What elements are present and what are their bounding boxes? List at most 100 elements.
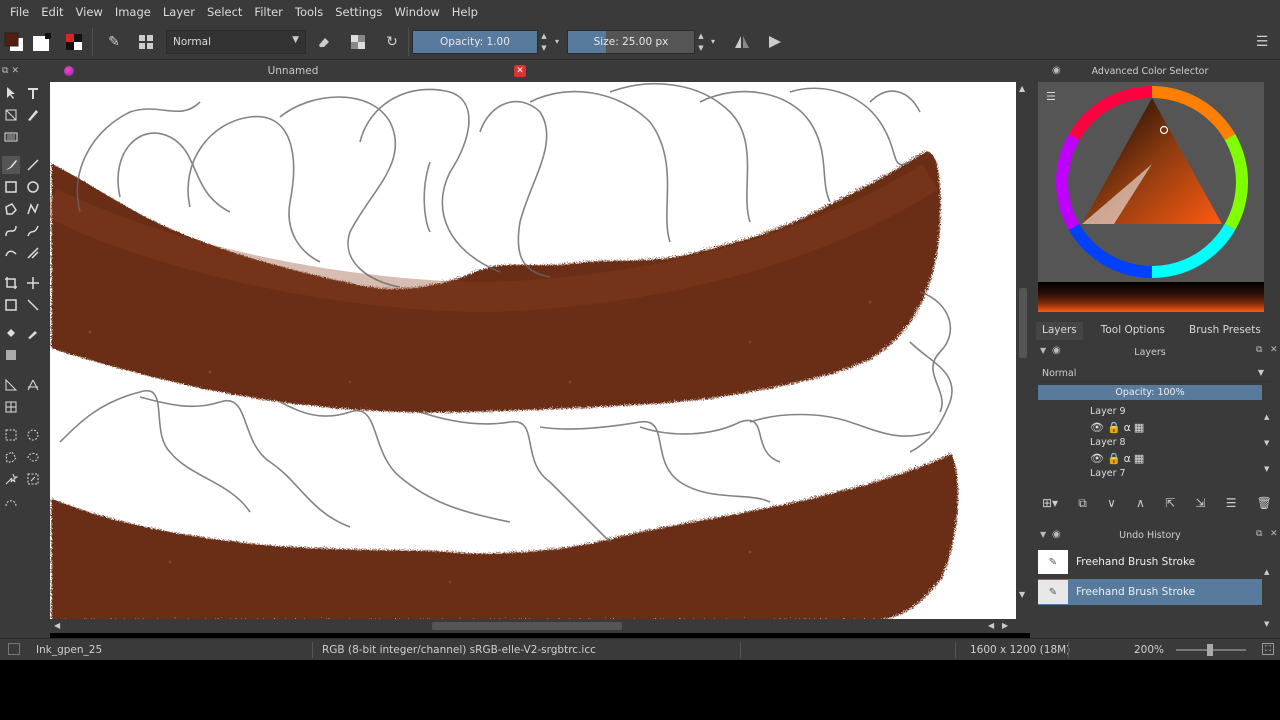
duplicate-layer-icon[interactable]: ⧉ xyxy=(1078,496,1087,514)
freehand-path-tool-icon[interactable] xyxy=(24,222,42,240)
color-picker-tool-icon[interactable] xyxy=(24,324,42,342)
history-item[interactable]: ✎ Freehand Brush Stroke xyxy=(1038,549,1262,575)
menu-settings[interactable]: Settings xyxy=(329,5,388,19)
blend-mode-dropdown[interactable]: Normal ▼ xyxy=(166,30,306,54)
edit-shapes-tool-icon[interactable] xyxy=(2,106,20,124)
menu-hamburger-icon[interactable]: ☰ xyxy=(1250,30,1274,54)
brush-settings-icon[interactable] xyxy=(134,30,158,54)
float-icon[interactable]: ⧉ xyxy=(1256,529,1262,539)
background-swatch[interactable] xyxy=(30,30,54,54)
crop-tool-icon[interactable] xyxy=(2,274,20,292)
opacity-slider[interactable]: Opacity: 1.00 xyxy=(412,30,538,54)
layer-item-name[interactable]: Layer 9 xyxy=(1090,406,1126,417)
rect-select-tool-icon[interactable] xyxy=(2,426,20,444)
scroll-left-icon[interactable]: ◀ xyxy=(54,621,60,630)
color-wheel[interactable] xyxy=(1054,84,1250,280)
freehand-brush-tool-icon[interactable] xyxy=(2,156,20,174)
menu-help[interactable]: Help xyxy=(446,5,484,19)
layers-scroll-arrows[interactable]: ▲ ▼ ▼ xyxy=(1264,404,1269,482)
size-slider[interactable]: Size: 25.00 px xyxy=(567,30,695,54)
mirror-vertical-icon[interactable] xyxy=(763,30,787,54)
mirror-horizontal-icon[interactable] xyxy=(730,30,754,54)
scroll-right-icon[interactable]: ◀ xyxy=(988,621,994,630)
menu-edit[interactable]: Edit xyxy=(35,5,69,19)
tab-tool-options[interactable]: Tool Options xyxy=(1095,322,1171,340)
tab-layers[interactable]: Layers xyxy=(1036,322,1083,340)
history-item-selected[interactable]: ✎ Freehand Brush Stroke xyxy=(1038,579,1262,605)
close-icon[interactable]: ✕ xyxy=(514,65,526,77)
similar-select-tool-icon[interactable] xyxy=(24,470,42,488)
chevron-down-icon[interactable]: ▾ xyxy=(707,30,719,54)
scroll-right-icon[interactable]: ▶ xyxy=(1002,621,1008,630)
zoom-slider-handle[interactable] xyxy=(1207,644,1213,656)
measure-tool-icon[interactable] xyxy=(24,296,42,314)
bezier-select-tool-icon[interactable] xyxy=(2,494,20,512)
document-tab[interactable]: Unnamed ✕ xyxy=(50,60,536,82)
preserve-alpha-icon[interactable] xyxy=(346,30,370,54)
freehand-select-tool-icon[interactable] xyxy=(24,448,42,466)
canvas[interactable] xyxy=(50,82,1016,619)
merge-layer-icon[interactable]: ⇲ xyxy=(1195,496,1205,514)
line-tool-icon[interactable] xyxy=(24,156,42,174)
polygon-select-tool-icon[interactable] xyxy=(2,448,20,466)
add-layer-icon[interactable]: ⊞▾ xyxy=(1042,496,1058,514)
multibrush-tool-icon[interactable] xyxy=(24,244,42,262)
gradient-tool-icon[interactable] xyxy=(2,128,20,146)
gradient-swatch-icon[interactable] xyxy=(62,30,86,54)
close-icon[interactable]: ✕ xyxy=(1270,345,1278,355)
fg-bg-color-swatch[interactable] xyxy=(2,30,26,54)
move-layer-down-icon[interactable]: ∨ xyxy=(1107,496,1116,514)
float-icon[interactable]: ⧉ xyxy=(2,66,8,76)
close-icon[interactable]: ✕ xyxy=(11,66,19,76)
transform-tool-icon[interactable] xyxy=(2,296,20,314)
ellipse-tool-icon[interactable] xyxy=(24,178,42,196)
brush-preset-icon[interactable]: ✎ xyxy=(102,30,126,54)
scroll-down-icon[interactable]: ▼ xyxy=(1019,590,1025,599)
select-shapes-tool-icon[interactable] xyxy=(2,84,20,102)
layer-properties-icon[interactable]: ⇱ xyxy=(1165,496,1175,514)
layer-item-name[interactable]: Layer 7 xyxy=(1090,468,1126,479)
menu-window[interactable]: Window xyxy=(388,5,445,19)
smart-patch-tool-icon[interactable] xyxy=(2,346,20,364)
layer-opacity-slider[interactable]: Opacity: 100% xyxy=(1038,385,1262,400)
reload-preset-icon[interactable]: ↻ xyxy=(380,30,404,54)
delete-layer-icon[interactable]: 🗑 xyxy=(1257,496,1272,514)
fullscreen-icon[interactable]: ⛶ xyxy=(1262,643,1274,655)
assistant-tool-icon[interactable] xyxy=(2,376,20,394)
eraser-mode-icon[interactable] xyxy=(312,30,336,54)
tab-brush-presets[interactable]: Brush Presets xyxy=(1183,322,1267,340)
layer-property-icons[interactable]: 👁🔒α▦ xyxy=(1090,452,1147,465)
text-tool-icon[interactable] xyxy=(24,84,42,102)
size-spinner[interactable]: ▲ ▼ xyxy=(695,30,707,54)
panel-settings-icon[interactable]: ◉ xyxy=(1052,65,1061,76)
bezier-tool-icon[interactable] xyxy=(2,222,20,240)
selection-indicator-icon[interactable] xyxy=(8,643,20,655)
move-layer-up-icon[interactable]: ∧ xyxy=(1136,496,1145,514)
layer-options-icon[interactable]: ☰ xyxy=(1226,496,1237,514)
menu-tools[interactable]: Tools xyxy=(289,5,329,19)
history-scroll-arrows[interactable]: ▲ ▼ xyxy=(1264,546,1269,650)
vertical-scroll-thumb[interactable] xyxy=(1019,288,1027,358)
polygon-tool-icon[interactable] xyxy=(2,200,20,218)
move-tool-icon[interactable] xyxy=(24,274,42,292)
ellipse-select-tool-icon[interactable] xyxy=(24,426,42,444)
zoom-level[interactable]: 200% xyxy=(1134,644,1164,656)
menu-image[interactable]: Image xyxy=(109,5,157,19)
layer-property-icons[interactable]: 👁🔒α▦ xyxy=(1090,421,1147,434)
polyline-tool-icon[interactable] xyxy=(24,200,42,218)
fill-tool-icon[interactable] xyxy=(2,324,20,342)
horizontal-scroll-thumb[interactable] xyxy=(432,622,622,630)
close-icon[interactable]: ✕ xyxy=(1270,529,1278,539)
scroll-up-icon[interactable]: ▲ xyxy=(1019,84,1025,93)
opacity-spinner[interactable]: ▲ ▼ xyxy=(538,30,550,54)
float-icon[interactable]: ⧉ xyxy=(1256,345,1262,355)
layer-blend-dropdown[interactable]: Normal ▼ xyxy=(1038,366,1272,382)
dynamic-brush-tool-icon[interactable] xyxy=(2,244,20,262)
grid-tool-icon[interactable] xyxy=(2,398,20,416)
menu-select[interactable]: Select xyxy=(201,5,248,19)
menu-file[interactable]: File xyxy=(4,5,35,19)
chevron-down-icon[interactable]: ▾ xyxy=(551,30,563,54)
contiguous-select-tool-icon[interactable] xyxy=(2,470,20,488)
color-history-strip[interactable] xyxy=(1038,282,1264,312)
menu-layer[interactable]: Layer xyxy=(157,5,201,19)
